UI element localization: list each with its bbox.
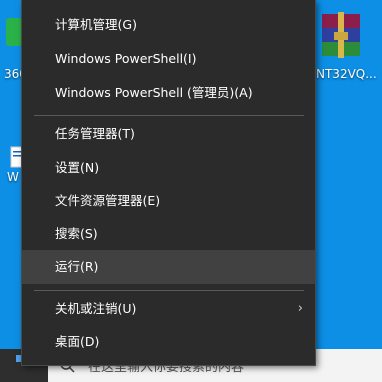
menu-item-shutdown-signout[interactable]: 关机或注销(U) › [22,292,315,326]
menu-item-label: 关机或注销(U) [55,301,137,316]
menu-item-label: 设置(N) [55,160,100,175]
menu-item-file-explorer[interactable]: 文件资源管理器(E) [22,184,315,218]
menu-item-label: 运行(R) [55,259,99,274]
menu-item-label: Windows PowerShell(I) [55,51,197,66]
menu-item-label: 搜索(S) [55,226,98,241]
menu-item-powershell[interactable]: Windows PowerShell(I) [22,42,315,76]
menu-item-run[interactable]: 运行(R) [22,250,315,284]
menu-item-search[interactable]: 搜索(S) [22,217,315,251]
menu-item-label: 计算机管理(G) [55,17,137,32]
chevron-right-icon: › [297,301,303,316]
menu-item-task-manager[interactable]: 任务管理器(T) [22,117,315,151]
desktop-app-icon[interactable] [4,12,22,52]
menu-item-settings[interactable]: 设置(N) [22,151,315,185]
menu-item-label: 文件资源管理器(E) [55,193,161,208]
desktop: 360 W NT32VQ... 在这里输入你要搜索的内容 计算机管理(G) Wi… [0,0,382,382]
desktop-icon-label-left-bottom: W [7,170,19,184]
winx-context-menu: 计算机管理(G) Windows PowerShell(I) Windows P… [21,0,316,366]
menu-separator [34,290,304,291]
menu-item-powershell-admin[interactable]: Windows PowerShell (管理员)(A) [22,76,315,110]
archive-icon[interactable] [320,10,366,60]
menu-item-label: Windows PowerShell (管理员)(A) [55,85,253,100]
menu-item-label: 桌面(D) [55,334,100,349]
menu-item-computer-management[interactable]: 计算机管理(G) [22,8,315,42]
menu-separator [34,115,304,116]
menu-item-desktop[interactable]: 桌面(D) [22,325,315,359]
menu-item-label: 任务管理器(T) [55,126,135,141]
desktop-icon-label-right-top: NT32VQ... [316,67,377,81]
